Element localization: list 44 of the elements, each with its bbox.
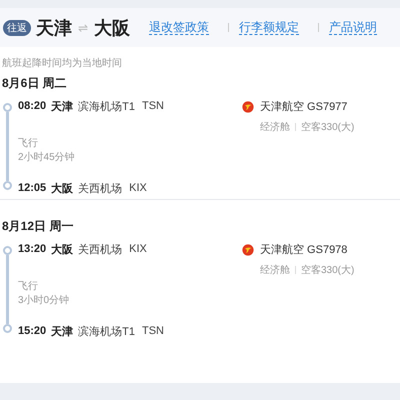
swap-icon: ⇌	[78, 20, 88, 34]
flight-time: 15:20	[18, 325, 46, 337]
flight-duration: 2小时45分钟	[18, 150, 76, 164]
airport-code: TSN	[142, 325, 164, 337]
airport-name: 滨海机场T1	[78, 100, 135, 114]
airport-code: TSN	[142, 100, 164, 112]
airline-logo-icon	[242, 100, 254, 112]
origin-city: 天津	[36, 16, 72, 40]
airline-flight: 天津航空 GS7978	[260, 242, 348, 257]
cabin-class: 经济舱	[260, 264, 290, 277]
airport-name: 关西机场	[78, 182, 122, 196]
timeline-line	[6, 112, 8, 181]
trip-type-badge: 往返	[3, 20, 31, 36]
timeline-dot	[2, 181, 12, 190]
airport-name: 关西机场	[78, 242, 122, 256]
local-time-note: 航班起降时间均为当地时间	[2, 56, 123, 71]
policy-link[interactable]: 行李额规定	[239, 20, 300, 35]
duration-label: 飞行	[18, 280, 39, 293]
flight-time: 12:05	[18, 182, 46, 194]
cabin-class: 经济舱	[260, 120, 290, 134]
flight-time: 08:20	[18, 100, 46, 112]
flight-date: 8月12日 周一	[2, 218, 74, 235]
airport-code: KIX	[129, 243, 147, 255]
city-name: 天津	[51, 324, 74, 338]
policy-link[interactable]: 退改签政策	[149, 20, 210, 35]
city-name: 天津	[51, 100, 74, 114]
aircraft-type: 空客330(大)	[301, 120, 354, 134]
aircraft-type: 空客330(大)	[301, 264, 354, 277]
airline-logo-icon	[242, 244, 254, 256]
duration-label: 飞行	[18, 137, 39, 150]
policy-link[interactable]: 产品说明	[329, 20, 378, 35]
flight-time: 13:20	[18, 243, 46, 255]
timeline-dot	[2, 324, 12, 333]
timeline-line	[6, 255, 8, 324]
timeline-dot	[2, 246, 12, 255]
city-name: 大阪	[51, 182, 74, 196]
flight-date: 8月6日 周二	[2, 75, 68, 92]
destination-city: 大阪	[94, 16, 130, 40]
timeline-dot	[2, 103, 12, 112]
airport-code: KIX	[129, 182, 147, 194]
airline-flight: 天津航空 GS7977	[260, 100, 348, 114]
city-name: 大阪	[51, 242, 74, 256]
flight-duration: 3小时0分钟	[18, 294, 70, 307]
airport-name: 滨海机场T1	[78, 324, 135, 338]
